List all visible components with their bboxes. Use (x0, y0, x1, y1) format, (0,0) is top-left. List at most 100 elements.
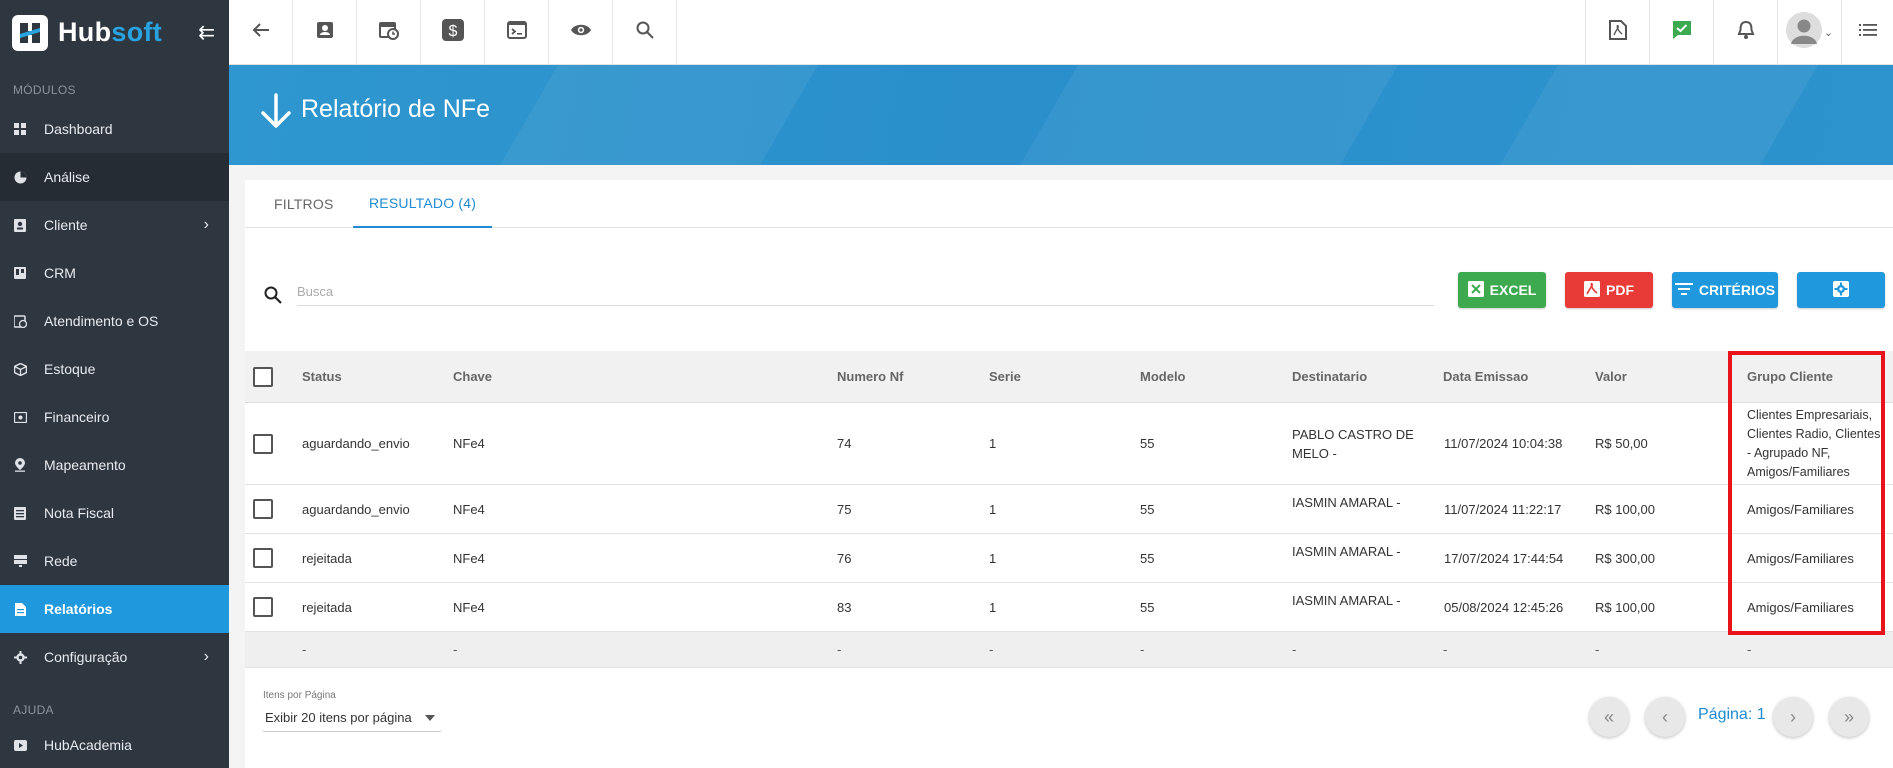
topbar: $ ⌄ (229, 0, 1893, 65)
filter-icon (1674, 282, 1693, 298)
cell-modelo: 55 (1140, 599, 1155, 615)
next-page-button[interactable]: › (1773, 697, 1813, 737)
video-icon (13, 738, 27, 752)
table-row[interactable]: rejeitada NFe4 76 1 55 IASMIN AMARAL - 1… (245, 534, 1893, 583)
column-header-status[interactable]: Status (302, 351, 342, 402)
menu-list-button[interactable] (1841, 0, 1893, 65)
table-footer-row: - - - - - - - - - (245, 632, 1893, 668)
sidebar-item-label: HubAcademia (44, 737, 132, 753)
terminal-shortcut-button[interactable] (485, 0, 549, 65)
select-all-checkbox[interactable] (253, 351, 273, 402)
search-input[interactable] (297, 278, 1434, 306)
sidebar-item-analise[interactable]: Análise (0, 153, 229, 201)
page-indicator: Página: 1 (1698, 706, 1766, 723)
view-shortcut-button[interactable] (549, 0, 613, 65)
cell-status: rejeitada (302, 550, 352, 566)
sidebar-item-nota-fiscal[interactable]: Nota Fiscal (0, 489, 229, 537)
cell-valor: R$ 50,00 (1595, 436, 1648, 451)
grupo-line: Amigos/Familiares (1747, 464, 1850, 479)
tab-resultado[interactable]: RESULTADO (4) (353, 180, 493, 228)
svg-text:$: $ (448, 23, 457, 40)
last-page-button[interactable]: » (1829, 697, 1869, 737)
double-chevron-left-icon: « (1603, 706, 1614, 727)
invoice-icon (13, 506, 27, 520)
back-button[interactable] (229, 0, 293, 65)
user-menu-button[interactable]: ⌄ (1777, 0, 1841, 65)
sidebar-item-atendimento[interactable]: Atendimento e OS (0, 297, 229, 345)
per-page-select[interactable]: Exibir 20 itens por página (263, 704, 441, 732)
table-row[interactable]: rejeitada NFe4 83 1 55 IASMIN AMARAL - 0… (245, 583, 1893, 632)
first-page-button[interactable]: « (1589, 697, 1629, 737)
column-header-serie[interactable]: Serie (989, 351, 1021, 402)
table-row[interactable]: aguardando_envio NFe4 74 1 55 PABLO CAST… (245, 403, 1893, 485)
cell-valor: R$ 100,00 (1595, 599, 1655, 615)
cell-numero-nf: 74 (837, 436, 852, 451)
list-icon (1858, 23, 1877, 42)
tab-filtros[interactable]: FILTROS (274, 180, 333, 228)
sidebar-item-relatorios[interactable]: Relatórios (0, 585, 229, 633)
sidebar-item-label: Atendimento e OS (44, 313, 159, 329)
settings-button[interactable] (1797, 272, 1885, 308)
prev-page-button[interactable]: ‹ (1645, 697, 1685, 737)
sidebar-item-estoque[interactable]: Estoque (0, 345, 229, 393)
sidebar-item-mapeamento[interactable]: Mapeamento (0, 441, 229, 489)
criterios-button[interactable]: CRITÉRIOS (1672, 272, 1778, 308)
sidebar-item-label: Configuração (44, 649, 128, 665)
header-stripe (500, 65, 818, 165)
pdf-file-icon (1608, 20, 1627, 45)
cell-grupo-cliente: Amigos/Familiares (1747, 599, 1854, 615)
cell-modelo: 55 (1140, 501, 1155, 517)
sidebar-item-crm[interactable]: CRM (0, 249, 229, 297)
row-checkbox[interactable] (253, 485, 273, 533)
cell-serie: 1 (989, 501, 997, 517)
sidebar-item-label: CRM (44, 265, 76, 281)
column-header-destinatario[interactable]: Destinatario (1292, 351, 1367, 402)
brand: Hubsoft ⇇ (0, 0, 229, 65)
finance-shortcut-button[interactable]: $ (421, 0, 485, 65)
clients-shortcut-button[interactable] (293, 0, 357, 65)
checkbox-box (253, 548, 273, 568)
grupo-line: Clientes Radio, Clientes (1747, 426, 1881, 441)
footer-cell: - (302, 642, 307, 657)
hubsoft-logo-icon[interactable] (12, 14, 48, 51)
cell-grupo-cliente: Clientes Empresariais, Clientes Radio, C… (1747, 403, 1880, 484)
notifications-button[interactable] (1713, 0, 1777, 65)
sidebar-item-rede[interactable]: Rede (0, 537, 229, 585)
brand-name: Hubsoft (58, 17, 163, 47)
column-header-modelo[interactable]: Modelo (1140, 351, 1186, 402)
avatar (1785, 12, 1822, 53)
column-header-data-emissao[interactable]: Data Emissao (1443, 351, 1528, 402)
column-header-numero-nf[interactable]: Numero Nf (837, 351, 903, 402)
column-header-chave[interactable]: Chave (453, 351, 492, 402)
sidebar-item-financeiro[interactable]: Financeiro (0, 393, 229, 441)
cell-numero-nf: 76 (837, 550, 852, 566)
pdf-shortcut-button[interactable] (1585, 0, 1649, 65)
sidebar-item-cliente[interactable]: Cliente › (0, 201, 229, 249)
cell-destinatario: IASMIN AMARAL - (1292, 495, 1401, 510)
grupo-line: - Agrupado NF, (1747, 445, 1831, 460)
table-row[interactable]: aguardando_envio NFe4 75 1 55 IASMIN AMA… (245, 485, 1893, 534)
cell-numero-nf: 75 (837, 501, 852, 517)
cell-grupo-cliente: Amigos/Familiares (1747, 550, 1854, 566)
tasks-button[interactable] (1649, 0, 1713, 65)
footer-cell: - (1443, 642, 1448, 657)
sidebar-item-configuracao[interactable]: Configuração › (0, 633, 229, 681)
pdf-button[interactable]: PDF (1565, 272, 1653, 308)
caret-down-icon (425, 715, 435, 721)
collapse-sidebar-icon[interactable]: ⇇ (198, 20, 215, 45)
sidebar-item-hubacademia[interactable]: HubAcademia (0, 725, 229, 765)
row-checkbox[interactable] (253, 583, 273, 631)
column-header-valor[interactable]: Valor (1595, 351, 1627, 402)
arrow-left-icon (252, 22, 270, 43)
header-stripe (1020, 65, 1398, 165)
sidebar-item-dashboard[interactable]: Dashboard (0, 105, 229, 153)
chevron-right-icon: › (1790, 706, 1796, 727)
schedule-shortcut-button[interactable] (357, 0, 421, 65)
search-shortcut-button[interactable] (613, 0, 677, 65)
row-checkbox[interactable] (253, 534, 273, 582)
row-checkbox[interactable] (253, 403, 273, 484)
column-header-grupo-cliente[interactable]: Grupo Cliente (1747, 351, 1833, 402)
cell-valor: R$ 100,00 (1595, 501, 1655, 517)
footer-cell: - (837, 642, 842, 657)
excel-button[interactable]: EXCEL (1458, 272, 1546, 308)
